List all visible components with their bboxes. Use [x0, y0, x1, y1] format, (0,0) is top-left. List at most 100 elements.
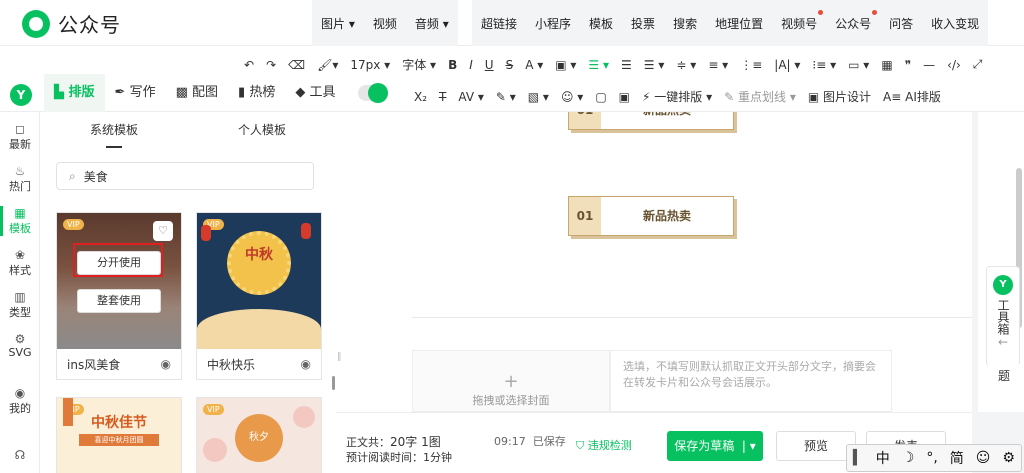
nav-vote[interactable]: 投票: [622, 15, 664, 32]
eraser-icon[interactable]: ⌫: [282, 58, 311, 72]
tab-tools[interactable]: ◆ 工具: [285, 74, 345, 112]
preview-eye-icon[interactable]: ◉: [301, 357, 311, 371]
template-card[interactable]: VIP ♡ 分开使用 整套使用 ins风美食 ◉: [56, 212, 182, 380]
toolbox-button[interactable]: Y 工具箱 ←: [986, 266, 1020, 366]
leftnav-hot[interactable]: ♨ 热门: [0, 164, 40, 194]
italic-icon[interactable]: I: [463, 58, 479, 72]
briefcase-icon[interactable]: ▣: [613, 90, 636, 104]
leftnav-type[interactable]: ▥ 类型: [0, 290, 40, 320]
title-badge[interactable]: 01 新品热卖: [568, 196, 734, 236]
strikethrough-t-icon[interactable]: T̶: [433, 90, 452, 104]
nav-official-account[interactable]: 公众号: [826, 9, 880, 32]
moon-icon[interactable]: ☽: [902, 450, 915, 466]
side-tool-item[interactable]: 题: [988, 364, 1020, 388]
tab-write[interactable]: ✒ 写作: [105, 74, 166, 112]
ime-toolbar[interactable]: ▍ 中 ☽ °, 简 ☺ ⚙: [846, 444, 1022, 472]
code-icon[interactable]: ‹/›: [941, 58, 967, 72]
use-whole-set-button[interactable]: 整套使用: [77, 289, 161, 313]
tab-images[interactable]: ▩ 配图: [166, 74, 228, 112]
nav-channels[interactable]: 视频号: [772, 9, 826, 32]
flower-graphic: [293, 406, 315, 428]
one-click-format[interactable]: ⚡ 一键排版 ▾: [636, 88, 718, 105]
paragraph-spacing-icon[interactable]: ≡ ▾: [702, 58, 734, 72]
char-spacing-icon[interactable]: AV ▾: [452, 90, 490, 104]
tab-system-templates[interactable]: 系统模板: [40, 112, 188, 148]
fullscreen-icon[interactable]: ⤢: [967, 57, 989, 72]
tab-layout[interactable]: ▙ 排版: [44, 74, 105, 112]
template-card[interactable]: VIP 秋夕: [196, 397, 322, 473]
save-draft-button[interactable]: 保存为草稿 | ▾: [667, 431, 763, 461]
editor-canvas[interactable]: 01 新品热卖 01 新品热卖 + 拖拽或选择封面 选填，不填写则默认抓取正文开…: [344, 112, 972, 412]
search-input[interactable]: [83, 169, 284, 183]
align-center-icon[interactable]: ☰: [615, 58, 638, 72]
nav-qa[interactable]: 问答: [880, 15, 922, 32]
panel-toggle[interactable]: [357, 83, 388, 103]
summary-input[interactable]: 选填，不填写则默认抓取正文开头部分文字，摘要会在转发卡片和公众号会话展示。: [610, 350, 892, 412]
leftnav-latest[interactable]: ◻ 最新: [0, 122, 40, 152]
html-icon[interactable]: ▢: [589, 90, 612, 104]
table-icon[interactable]: ▦: [875, 58, 898, 72]
nav-video[interactable]: 视频: [364, 15, 406, 32]
ordered-list-icon[interactable]: ⋮≡: [734, 58, 768, 72]
template-search[interactable]: ⌕: [56, 162, 314, 190]
emoji-icon[interactable]: ☺ ▾: [555, 90, 589, 104]
border-icon[interactable]: ▭ ▾: [842, 58, 875, 72]
nav-search[interactable]: 搜索: [664, 15, 706, 32]
line-height-icon[interactable]: ≑ ▾: [670, 58, 702, 72]
ime-simplified[interactable]: 简: [950, 448, 964, 468]
cover-upload[interactable]: + 拖拽或选择封面: [412, 350, 610, 412]
picture-icon[interactable]: ▧ ▾: [522, 90, 555, 104]
strikethrough-icon[interactable]: S: [500, 58, 520, 72]
resize-grip-icon[interactable]: ‖: [337, 352, 343, 364]
nav-image[interactable]: 图片 ▾: [312, 15, 364, 32]
emoji-icon[interactable]: ☺: [976, 450, 991, 466]
gear-icon[interactable]: ⚙: [1002, 450, 1015, 466]
divider-icon[interactable]: —: [917, 58, 941, 72]
quote-icon[interactable]: ❞: [899, 58, 917, 72]
punctuation-icon[interactable]: °,: [926, 450, 937, 466]
format-painter-icon[interactable]: 🖌▾: [311, 58, 344, 72]
nav-audio[interactable]: 音频 ▾: [406, 15, 458, 32]
tab-hotlist[interactable]: ▮ 热榜: [228, 74, 285, 112]
preview-button[interactable]: 预览: [776, 431, 856, 461]
image-design[interactable]: ▣ 图片设计: [802, 88, 877, 105]
ime-chinese-mode[interactable]: 中: [876, 448, 890, 468]
leftnav-style[interactable]: ❀ 样式: [0, 248, 40, 278]
favorite-icon[interactable]: ♡: [153, 221, 173, 241]
leftnav-mine[interactable]: ◉ 我的: [0, 386, 40, 416]
nav-template[interactable]: 模板: [580, 15, 622, 32]
nav-monetize[interactable]: 收入变现: [922, 15, 988, 32]
magic-icon[interactable]: ✎ ▾: [490, 90, 522, 104]
title-badge[interactable]: 01 新品热卖: [568, 112, 734, 130]
nav-hyperlink[interactable]: 超链接: [472, 15, 526, 32]
ai-format[interactable]: A≡ AI排版: [877, 88, 947, 105]
template-card[interactable]: VIP 中秋 中秋快乐 ◉: [196, 212, 322, 380]
app-logo[interactable]: 公众号: [22, 9, 121, 38]
font-color-icon[interactable]: A ▾: [519, 58, 549, 72]
letter-spacing-icon[interactable]: |A| ▾: [768, 58, 806, 72]
nav-miniprogram[interactable]: 小程序: [526, 15, 580, 32]
subscript-icon[interactable]: X₂: [408, 90, 433, 104]
leftnav-template[interactable]: ▦ 模板: [0, 206, 40, 236]
badge-number: 01: [569, 112, 601, 129]
panel-scrollbar[interactable]: [332, 376, 335, 390]
nav-location[interactable]: 地理位置: [706, 15, 772, 32]
leftnav-svg[interactable]: ⚙ SVG: [0, 332, 40, 359]
bold-icon[interactable]: B: [442, 58, 463, 72]
indent-icon[interactable]: ☰ ▾: [638, 58, 671, 72]
headset-icon[interactable]: ☊: [0, 448, 40, 462]
font-family-select[interactable]: 字体 ▾: [396, 56, 442, 73]
underline-icon[interactable]: U: [479, 58, 500, 72]
key-underline[interactable]: ✎ 重点划线 ▾: [718, 88, 802, 105]
align-left-icon[interactable]: ☰ ▾: [582, 58, 615, 72]
plugin-logo-icon[interactable]: Y: [10, 84, 32, 106]
redo-icon[interactable]: ↷: [260, 58, 282, 72]
preview-eye-icon[interactable]: ◉: [161, 357, 171, 371]
bullet-list-icon[interactable]: ⁝≡ ▾: [806, 58, 842, 72]
template-card[interactable]: VIP 中秋佳节 喜迎中秋月团圆: [56, 397, 182, 473]
undo-icon[interactable]: ↶: [238, 58, 260, 72]
highlight-icon[interactable]: ▣ ▾: [549, 58, 582, 72]
font-size-select[interactable]: 17px ▾: [344, 58, 396, 72]
tab-personal-templates[interactable]: 个人模板: [188, 112, 336, 148]
violation-check[interactable]: ⛉ 违规检测: [576, 437, 632, 453]
